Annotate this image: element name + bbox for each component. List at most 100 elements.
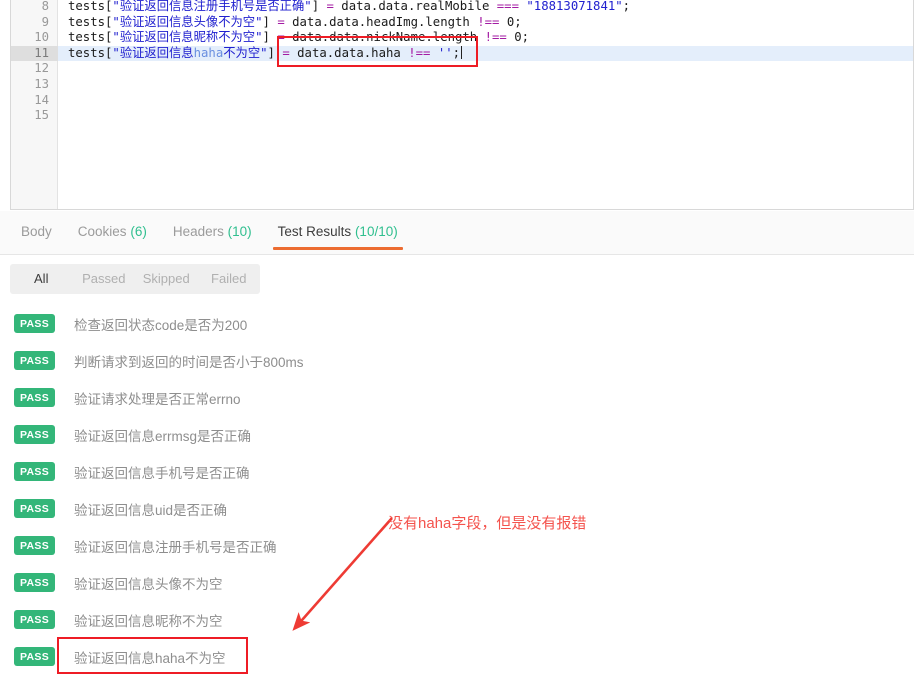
- test-result-label: 验证返回信息昵称不为空: [74, 613, 223, 629]
- code-line[interactable]: 14: [11, 92, 913, 109]
- code-token: tests[: [68, 45, 113, 60]
- code-line-text: tests["验证返回信息注册手机号是否正确"] = data.data.rea…: [58, 0, 630, 15]
- code-line-number: 9: [41, 14, 49, 29]
- test-result-label: 验证请求处理是否正常errno: [74, 391, 241, 407]
- tab-test-results[interactable]: Test Results (10/10): [265, 211, 411, 255]
- test-result-row: PASS 验证返回信息手机号是否正确: [0, 453, 914, 490]
- code-token: tests[: [68, 30, 113, 45]
- test-result-label: 验证返回信息注册手机号是否正确: [74, 539, 277, 555]
- status-badge: PASS: [14, 610, 55, 629]
- response-tabs-bar: Body Cookies (6) Headers (10) Test Results …: [0, 211, 914, 255]
- code-line[interactable]: 11 tests["验证返回信息haha不为空"] = data.data.hah…: [11, 45, 913, 62]
- test-result-row: PASS 验证返回信息haha不为空: [0, 638, 914, 675]
- text-cursor: [461, 45, 463, 59]
- status-badge: PASS: [14, 647, 55, 666]
- test-result-label: 检查返回状态code是否为200: [74, 317, 248, 333]
- filter-all[interactable]: All: [10, 264, 73, 294]
- code-line[interactable]: 8 tests["验证返回信息注册手机号是否正确"] = data.data.re…: [11, 0, 913, 15]
- filter-failed[interactable]: Failed: [198, 264, 261, 294]
- code-token: ]: [267, 45, 283, 60]
- tab-body[interactable]: Body: [8, 211, 65, 255]
- tab-label: Test Results: [277, 224, 352, 239]
- code-token: ;: [622, 0, 631, 13]
- test-result-label: 验证返回信息haha不为空: [74, 650, 226, 666]
- code-token: ;: [521, 30, 530, 45]
- test-results-list: PASS 检查返回状态code是否为200 PASS 判断请求到返回的时间是否小于80…: [0, 305, 914, 675]
- status-badge: PASS: [14, 351, 55, 370]
- code-token: "验证返回信息昵称不为空": [112, 30, 263, 45]
- tab-headers[interactable]: Headers (10): [160, 211, 265, 255]
- code-token: ]: [262, 14, 278, 29]
- code-line-number: 8: [41, 0, 49, 13]
- code-token: =: [277, 30, 285, 45]
- code-token: ]: [311, 0, 327, 13]
- code-line[interactable]: 10 tests["验证返回信息昵称不为空"] = data.data.nickN…: [11, 30, 913, 46]
- test-result-row: PASS 验证返回信息昵称不为空: [0, 601, 914, 638]
- code-token: "18813071841": [526, 0, 623, 13]
- tab-count: (10/10): [354, 224, 398, 239]
- code-token: data.data.nickName.length: [284, 30, 485, 45]
- status-badge: PASS: [14, 425, 55, 444]
- filter-skipped[interactable]: Skipped: [135, 264, 198, 294]
- test-result-row: PASS 验证返回信息errmsg是否正确: [0, 416, 914, 453]
- code-line[interactable]: 15: [11, 108, 913, 124]
- status-badge: PASS: [14, 462, 55, 481]
- code-token: ]: [262, 30, 278, 45]
- test-result-label: 验证返回信息头像不为空: [74, 576, 223, 592]
- code-token: '': [437, 45, 453, 60]
- code-token: "验证返回信息: [112, 45, 194, 60]
- code-line[interactable]: 12: [11, 61, 913, 77]
- test-result-label: 验证返回信息errmsg是否正确: [74, 428, 252, 444]
- code-token: =: [282, 45, 290, 60]
- tab-label: Headers: [172, 224, 224, 239]
- status-badge: PASS: [14, 499, 55, 518]
- code-line-number: 13: [34, 76, 49, 91]
- tab-label: Body: [21, 224, 52, 239]
- filter-passed[interactable]: Passed: [73, 264, 136, 294]
- tab-label: Cookies: [77, 224, 127, 239]
- script-editor-panel[interactable]: 8 tests["验证返回信息注册手机号是否正确"] = data.data.re…: [10, 0, 914, 210]
- test-result-label: 验证返回信息手机号是否正确: [74, 465, 250, 481]
- status-badge: PASS: [14, 536, 55, 555]
- code-line-number: 11: [11, 45, 58, 62]
- code-token: 0: [514, 30, 522, 45]
- code-token: data.data.haha: [289, 45, 409, 60]
- code-line-number: 14: [34, 92, 49, 107]
- code-line-text: tests["验证返回信息头像不为空"] = data.data.headImg…: [58, 15, 522, 31]
- code-token: =: [277, 14, 285, 29]
- code-token: !==: [408, 45, 431, 60]
- test-result-label: 判断请求到返回的时间是否小于800ms: [74, 354, 304, 370]
- test-result-row: PASS 验证请求处理是否正常errno: [0, 379, 914, 416]
- code-token: data.data.headImg.length: [284, 14, 478, 29]
- code-token: ;: [452, 45, 461, 60]
- test-result-filter-group[interactable]: All Passed Skipped Failed: [10, 264, 260, 294]
- tab-count: (6): [130, 224, 147, 239]
- code-line-number: 10: [34, 30, 49, 45]
- code-line-number: 15: [34, 108, 49, 123]
- tab-count: (10): [227, 224, 252, 239]
- editor-code-area[interactable]: 8 tests["验证返回信息注册手机号是否正确"] = data.data.re…: [11, 0, 913, 124]
- test-result-label: 验证返回信息uid是否正确: [74, 502, 228, 518]
- code-token: haha: [193, 45, 224, 60]
- code-line-number: 12: [34, 61, 49, 76]
- test-result-row: PASS 检查返回状态code是否为200: [0, 305, 914, 342]
- test-result-row: PASS 判断请求到返回的时间是否小于800ms: [0, 342, 914, 379]
- code-token: tests[: [68, 14, 113, 29]
- response-tabs[interactable]: Body Cookies (6) Headers (10) Test Results …: [8, 211, 411, 255]
- code-line-text: tests["验证返回信息haha不为空"] = data.data.haha …: [58, 45, 463, 62]
- code-token: 不为空": [223, 45, 268, 60]
- code-line[interactable]: 13: [11, 76, 913, 93]
- code-line[interactable]: 9 tests["验证返回信息头像不为空"] = data.data.headIm…: [11, 14, 913, 31]
- code-token: =: [326, 0, 334, 13]
- code-token: ;: [514, 14, 522, 29]
- code-token: !==: [477, 14, 500, 29]
- code-token: tests[: [68, 0, 113, 13]
- status-badge: PASS: [14, 388, 55, 407]
- code-token: data.data.realMobile: [333, 0, 497, 13]
- status-badge: PASS: [14, 314, 55, 333]
- code-token: "验证返回信息注册手机号是否正确": [112, 0, 312, 13]
- tab-cookies[interactable]: Cookies (6): [65, 211, 160, 255]
- annotation-note-text: 没有haha字段，但是没有报错: [388, 515, 587, 532]
